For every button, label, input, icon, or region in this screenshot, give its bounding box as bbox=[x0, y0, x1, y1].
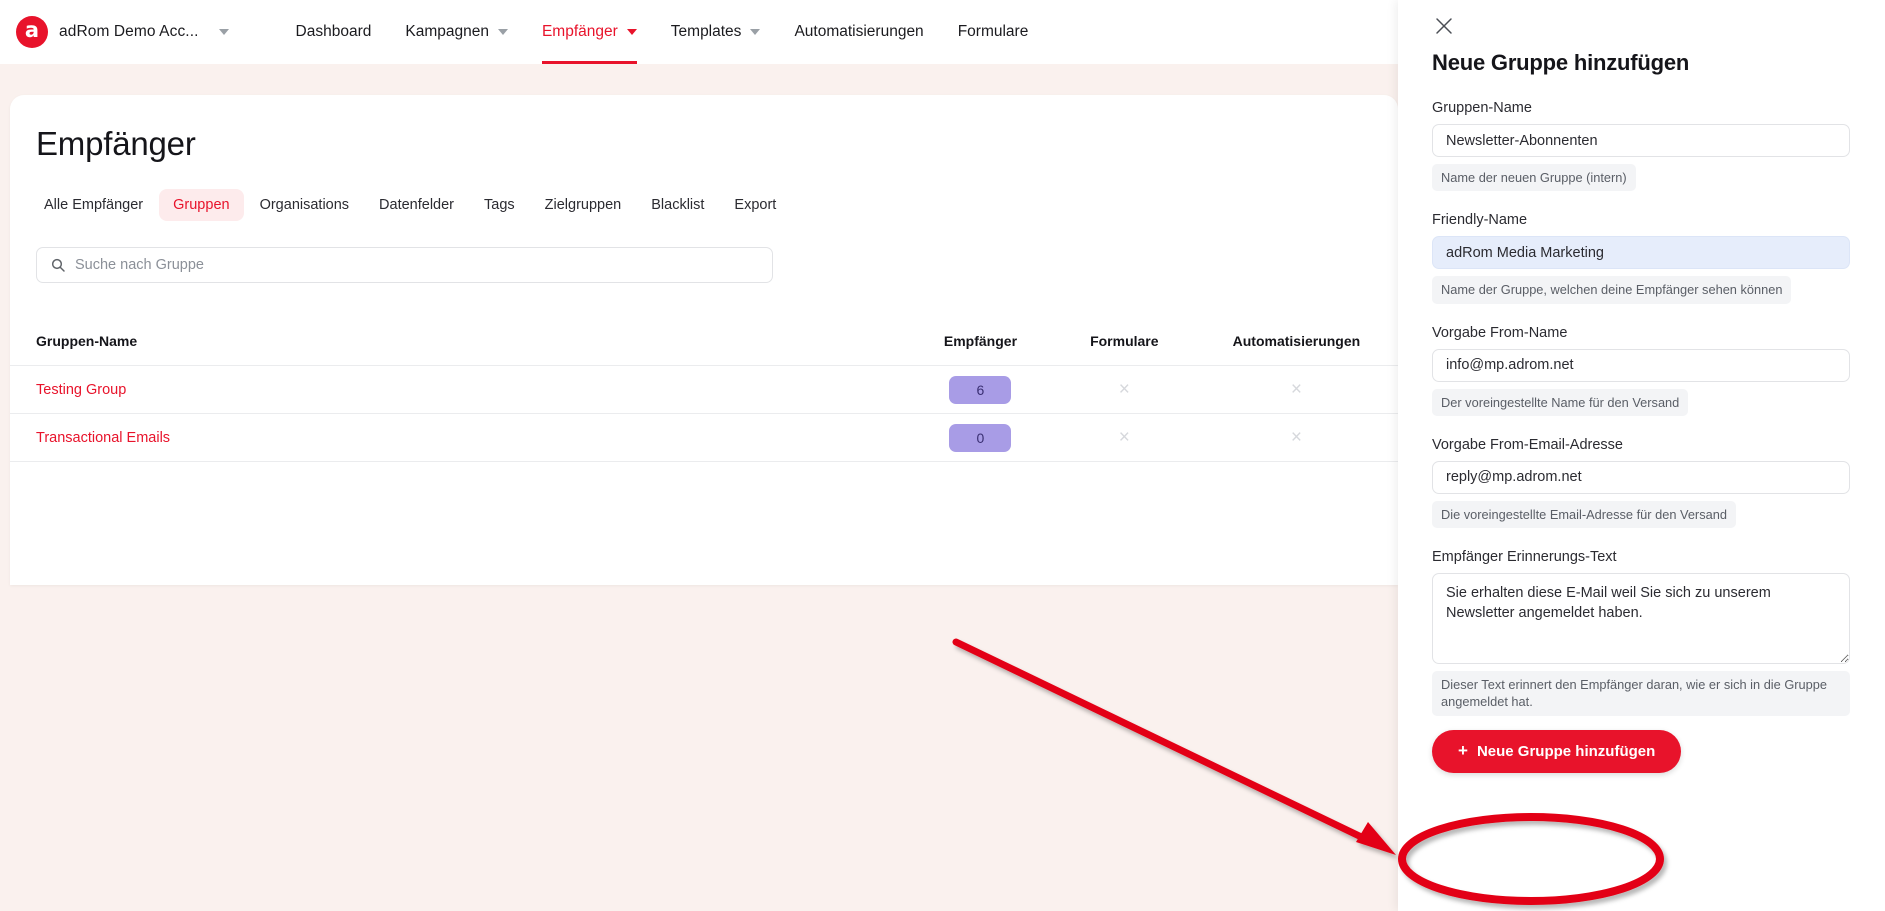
field-empf-nger-erinnerungs-text: Empfänger Erinnerungs-Text Sie erhalten d… bbox=[1432, 549, 1851, 716]
input-empf-nger-erinnerungs-text[interactable]: Sie erhalten diese E-Mail weil Sie sich … bbox=[1432, 573, 1850, 665]
nav-item-dashboard[interactable]: Dashboard bbox=[279, 0, 389, 64]
nav-item-label: Dashboard bbox=[295, 23, 372, 40]
recipient-count-badge[interactable]: 6 bbox=[949, 375, 1012, 404]
nav-item-label: Formulare bbox=[957, 23, 1029, 40]
groups-table-head: Gruppen-Name Empfänger Formulare Automat… bbox=[10, 333, 1398, 366]
top-navigation-bar: a adRom Demo Acc... Dashboard Kampagnen Em… bbox=[0, 0, 1398, 64]
input-vorgabe-from-name[interactable] bbox=[1432, 348, 1850, 382]
nav-item-label: Kampagnen bbox=[405, 23, 489, 40]
nav-item-kampagnen[interactable]: Kampagnen bbox=[388, 0, 525, 64]
tab-alleempfnger[interactable]: Alle Empfänger bbox=[30, 189, 157, 221]
field-label: Gruppen-Name bbox=[1432, 100, 1532, 116]
add-new-group-label: Neue Gruppe hinzufügen bbox=[1476, 742, 1656, 760]
nav-item-automatisierungen[interactable]: Automatisierungen bbox=[777, 0, 940, 64]
chevron-down-icon bbox=[218, 29, 229, 35]
cross-icon: × bbox=[1290, 378, 1302, 400]
close-icon[interactable] bbox=[1432, 14, 1456, 38]
column-header-forms[interactable]: Formulare bbox=[1053, 333, 1195, 366]
tab-zielgruppen[interactable]: Zielgruppen bbox=[531, 189, 636, 221]
tab-organisations[interactable]: Organisations bbox=[246, 189, 363, 221]
field-hint: Name der Gruppe, welchen deine Empfänger… bbox=[1432, 276, 1792, 304]
search-input[interactable] bbox=[37, 248, 772, 282]
page-title: Empfänger bbox=[36, 125, 196, 162]
nav-item-label: Templates bbox=[670, 23, 742, 40]
column-header-group-name[interactable]: Gruppen-Name bbox=[10, 333, 908, 366]
chevron-down-icon bbox=[750, 29, 761, 35]
group-name-link[interactable]: Testing Group bbox=[10, 365, 908, 414]
field-label: Vorgabe From-Email-Adresse bbox=[1432, 436, 1623, 453]
tab-datenfelder[interactable]: Datenfelder bbox=[365, 189, 468, 221]
drawer-title: Neue Gruppe hinzufügen bbox=[1432, 50, 1690, 75]
column-header-automations[interactable]: Automatisierungen bbox=[1194, 333, 1398, 366]
field-hint: Name der neuen Gruppe (intern) bbox=[1432, 164, 1636, 192]
chevron-down-icon bbox=[497, 29, 508, 35]
nav-item-formulare[interactable]: Formulare bbox=[941, 0, 1046, 64]
group-name-link[interactable]: Transactional Emails bbox=[10, 413, 908, 462]
forms-cell: × bbox=[1053, 413, 1195, 462]
search-area bbox=[10, 221, 1398, 283]
column-header-recipients[interactable]: Empfänger bbox=[907, 333, 1054, 366]
adrom-logo-icon: a bbox=[16, 16, 48, 48]
field-friendly-name: Friendly-Name Name der Gruppe, welchen de… bbox=[1432, 212, 1851, 304]
input-vorgabe-from-email-adresse[interactable] bbox=[1432, 460, 1850, 494]
search-icon bbox=[50, 257, 66, 273]
nav-item-empfnger[interactable]: Empfänger bbox=[525, 0, 654, 64]
nav-item-label: Empfänger bbox=[541, 23, 618, 40]
table-header-row: Gruppen-Name Empfänger Formulare Automat… bbox=[10, 333, 1398, 366]
cross-icon: × bbox=[1118, 426, 1130, 448]
account-switcher[interactable]: a adRom Demo Acc... bbox=[16, 16, 229, 48]
groups-table-body: Testing Group 6 × × Transactional Emails 0 × × bbox=[10, 365, 1398, 462]
input-friendly-name[interactable] bbox=[1432, 236, 1850, 270]
add-new-group-button[interactable]: + Neue Gruppe hinzufügen bbox=[1432, 729, 1682, 773]
cross-icon: × bbox=[1290, 426, 1302, 448]
field-hint: Der voreingestellte Name für den Versand bbox=[1432, 388, 1689, 416]
nav-item-templates[interactable]: Templates bbox=[654, 0, 778, 64]
tab-gruppen[interactable]: Gruppen bbox=[159, 189, 244, 221]
table-row: Transactional Emails 0 × × bbox=[10, 413, 1398, 462]
automations-cell: × bbox=[1194, 365, 1398, 414]
field-label: Vorgabe From-Name bbox=[1432, 324, 1568, 341]
field-hint: Dieser Text erinnert den Empfänger daran… bbox=[1432, 671, 1850, 716]
primary-nav: Dashboard Kampagnen Empfänger Templates Auto… bbox=[279, 0, 1046, 64]
cross-icon: × bbox=[1118, 378, 1130, 400]
recipient-count-badge[interactable]: 0 bbox=[949, 423, 1012, 452]
field-hint: Die voreingestellte Email-Adresse für de… bbox=[1432, 500, 1736, 529]
logo-letter: a bbox=[24, 18, 40, 42]
field-vorgabe-from-name: Vorgabe From-Name Der voreingestellte Nam… bbox=[1432, 325, 1851, 416]
field-gruppen-name: Gruppen-Name Name der neuen Gruppe (inter… bbox=[1432, 100, 1851, 192]
tab-blacklist[interactable]: Blacklist bbox=[637, 189, 718, 221]
plus-icon: + bbox=[1458, 741, 1468, 761]
section-tabs: Alle Empfänger Gruppen Organisations Datenf… bbox=[10, 163, 1398, 221]
group-search-box[interactable] bbox=[36, 247, 773, 283]
field-label: Friendly-Name bbox=[1432, 212, 1528, 229]
groups-table: Gruppen-Name Empfänger Formulare Automat… bbox=[10, 333, 1398, 462]
forms-cell: × bbox=[1053, 365, 1195, 414]
tab-export[interactable]: Export bbox=[720, 189, 790, 221]
table-row: Testing Group 6 × × bbox=[10, 365, 1398, 414]
recipients-cell: 6 bbox=[907, 365, 1054, 414]
submit-area: + Neue Gruppe hinzufügen bbox=[1432, 729, 1851, 773]
add-group-form: Gruppen-Name Name der neuen Gruppe (inter… bbox=[1432, 100, 1851, 716]
nav-item-label: Automatisierungen bbox=[794, 23, 924, 40]
field-vorgabe-from-email-adresse: Vorgabe From-Email-Adresse Die voreingest… bbox=[1432, 436, 1851, 529]
recipients-cell: 0 bbox=[907, 413, 1054, 462]
recipients-card: Empfänger Alle Empfänger Gruppen Organisat… bbox=[10, 95, 1398, 585]
input-gruppen-name[interactable] bbox=[1432, 124, 1850, 157]
add-group-drawer: Neue Gruppe hinzufügen Gruppen-Name Name … bbox=[1398, 0, 1885, 911]
tab-tags[interactable]: Tags bbox=[470, 189, 529, 221]
field-label: Empfänger Erinnerungs-Text bbox=[1432, 549, 1617, 566]
chevron-down-icon bbox=[626, 29, 637, 35]
automations-cell: × bbox=[1194, 413, 1398, 462]
account-name-label: adRom Demo Acc... bbox=[59, 23, 199, 40]
